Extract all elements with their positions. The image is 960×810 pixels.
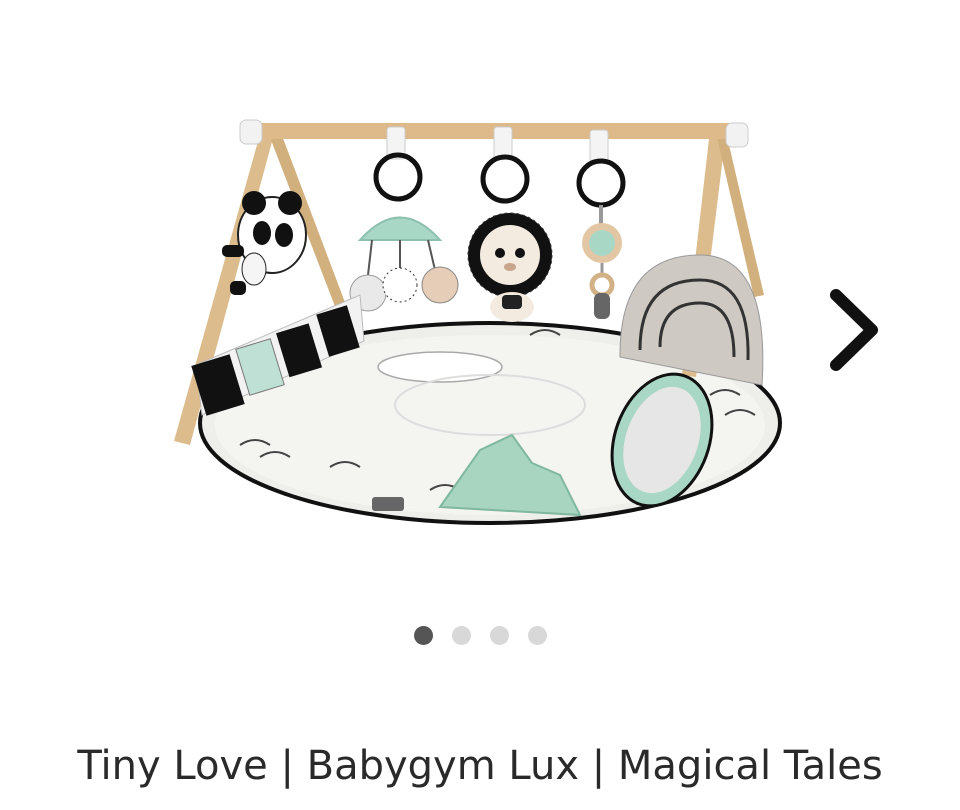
- mint-umbrella-toy: [349, 216, 459, 312]
- product-image: [174, 119, 782, 525]
- product-title: Tiny Love | Babygym Lux | Magical Tales: [77, 743, 883, 789]
- wooden-teether-toy: [582, 205, 622, 319]
- next-slide-button[interactable]: [818, 282, 890, 378]
- carousel-dot-3[interactable]: [489, 626, 509, 645]
- carousel-dot-4[interactable]: [527, 626, 547, 645]
- cloud-pad: [377, 351, 503, 383]
- carousel-dot-1[interactable]: [413, 626, 433, 645]
- carousel-dot-2[interactable]: [451, 626, 471, 645]
- lion-plush-toy: [467, 212, 553, 322]
- product-page: Tiny Love | Babygym Lux | Magical Tales: [0, 0, 960, 810]
- product-image-carousel[interactable]: [0, 0, 960, 600]
- carousel-pagination: [0, 626, 960, 646]
- chevron-right-icon: [830, 289, 878, 371]
